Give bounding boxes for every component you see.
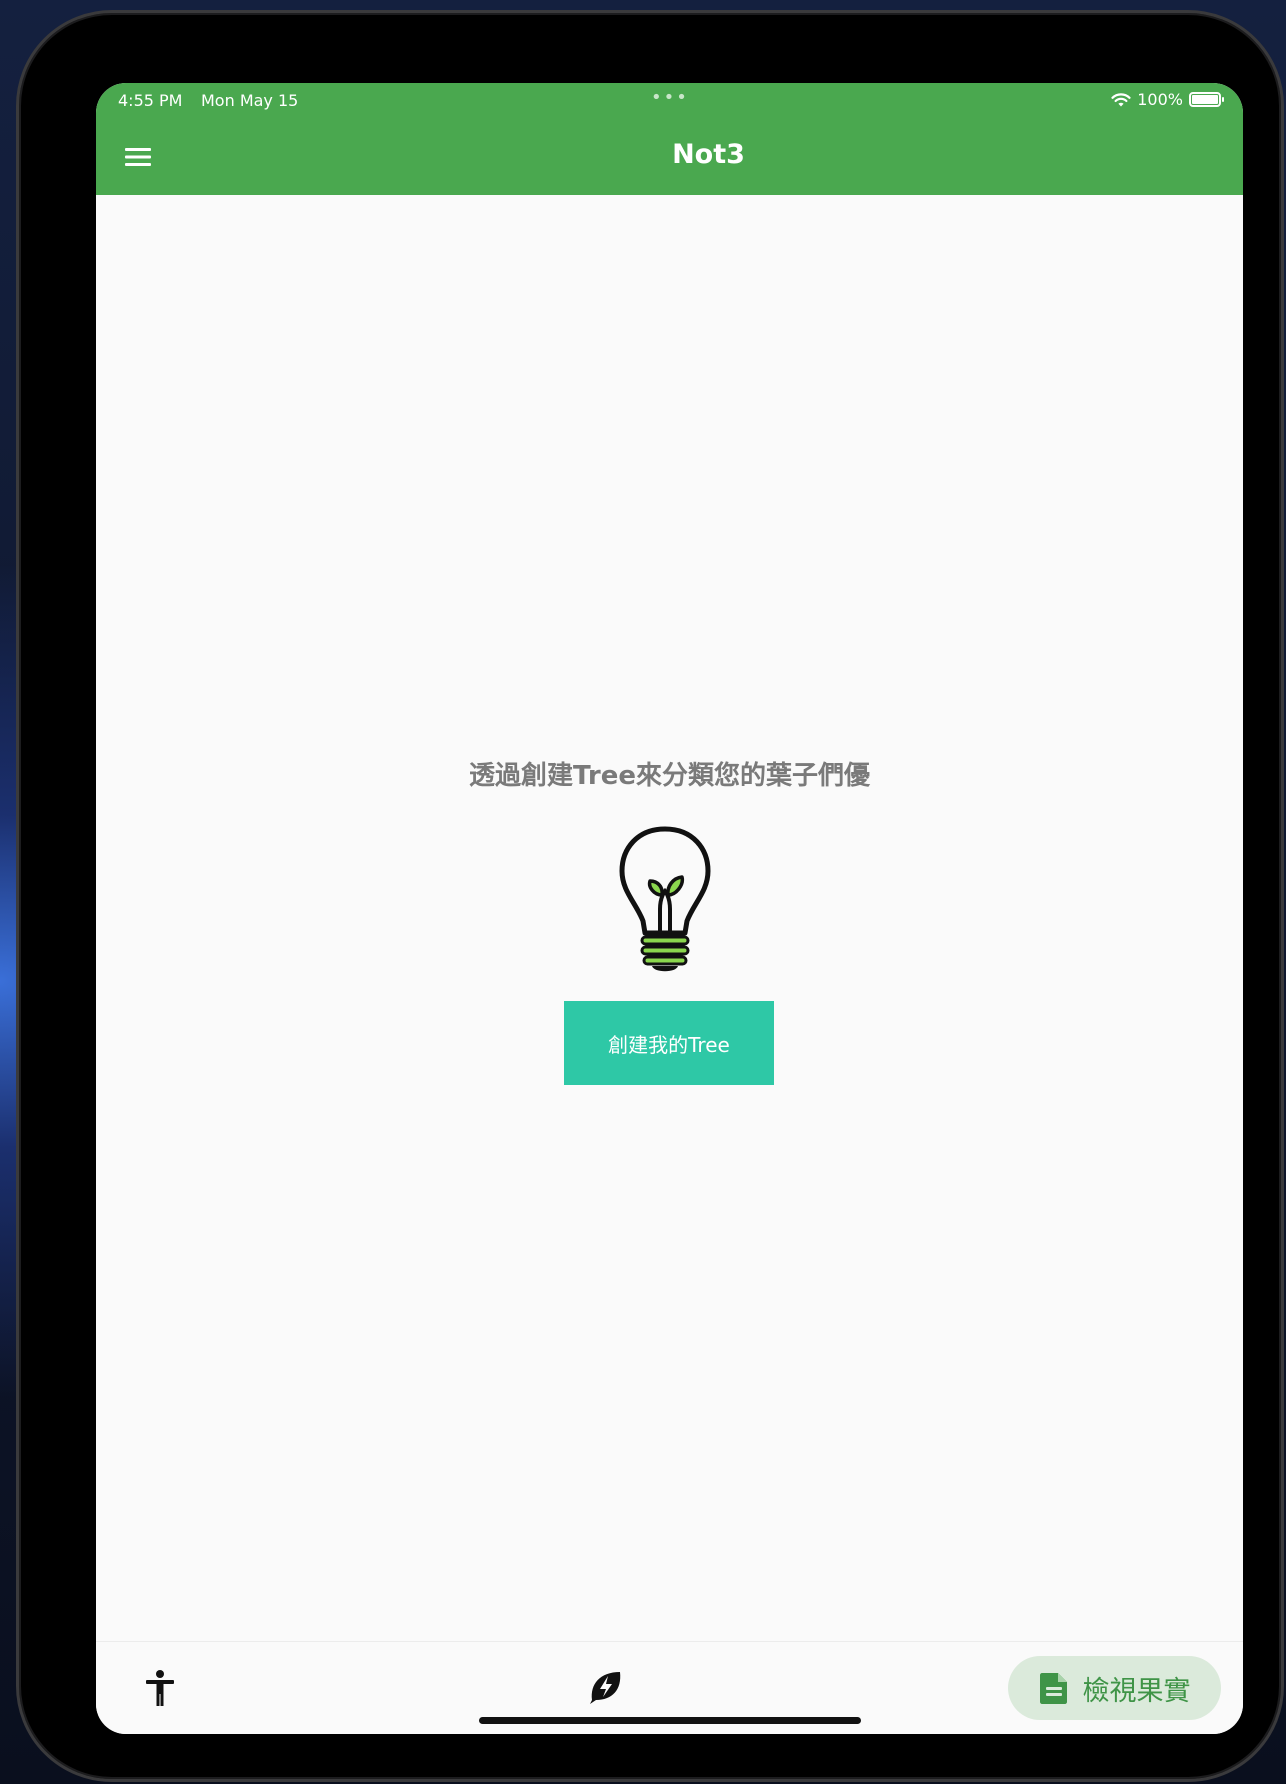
wifi-icon bbox=[1111, 92, 1131, 106]
document-icon bbox=[1039, 1673, 1067, 1704]
tablet-frame: 4:55 PM Mon May 15 ••• 100% Not3 透過創建Tre… bbox=[16, 10, 1284, 1782]
battery-percentage: 100% bbox=[1137, 90, 1183, 109]
status-bar: 4:55 PM Mon May 15 ••• 100% bbox=[96, 83, 1243, 119]
leaf-bolt-icon[interactable] bbox=[586, 1666, 626, 1706]
multitasking-dots[interactable]: ••• bbox=[651, 89, 689, 107]
view-fruit-button[interactable]: 檢視果實 bbox=[1008, 1656, 1221, 1720]
view-fruit-label: 檢視果實 bbox=[1082, 1675, 1191, 1707]
battery-icon bbox=[1189, 92, 1224, 107]
app-bar: Not3 bbox=[96, 119, 1243, 195]
status-time: 4:55 PM bbox=[118, 91, 183, 110]
accessibility-icon[interactable] bbox=[140, 1668, 180, 1708]
create-tree-button[interactable]: 創建我的Tree bbox=[564, 1001, 774, 1085]
empty-state-message: 透過創建Tree來分類您的葉子們優 bbox=[469, 761, 870, 791]
app-title: Not3 bbox=[672, 139, 745, 170]
home-indicator[interactable] bbox=[479, 1717, 861, 1724]
status-indicators: 100% bbox=[1111, 90, 1224, 109]
status-date: Mon May 15 bbox=[201, 91, 299, 110]
lightbulb-sprout-icon bbox=[619, 826, 711, 972]
app-screen: 4:55 PM Mon May 15 ••• 100% Not3 透過創建Tre… bbox=[96, 83, 1243, 1734]
